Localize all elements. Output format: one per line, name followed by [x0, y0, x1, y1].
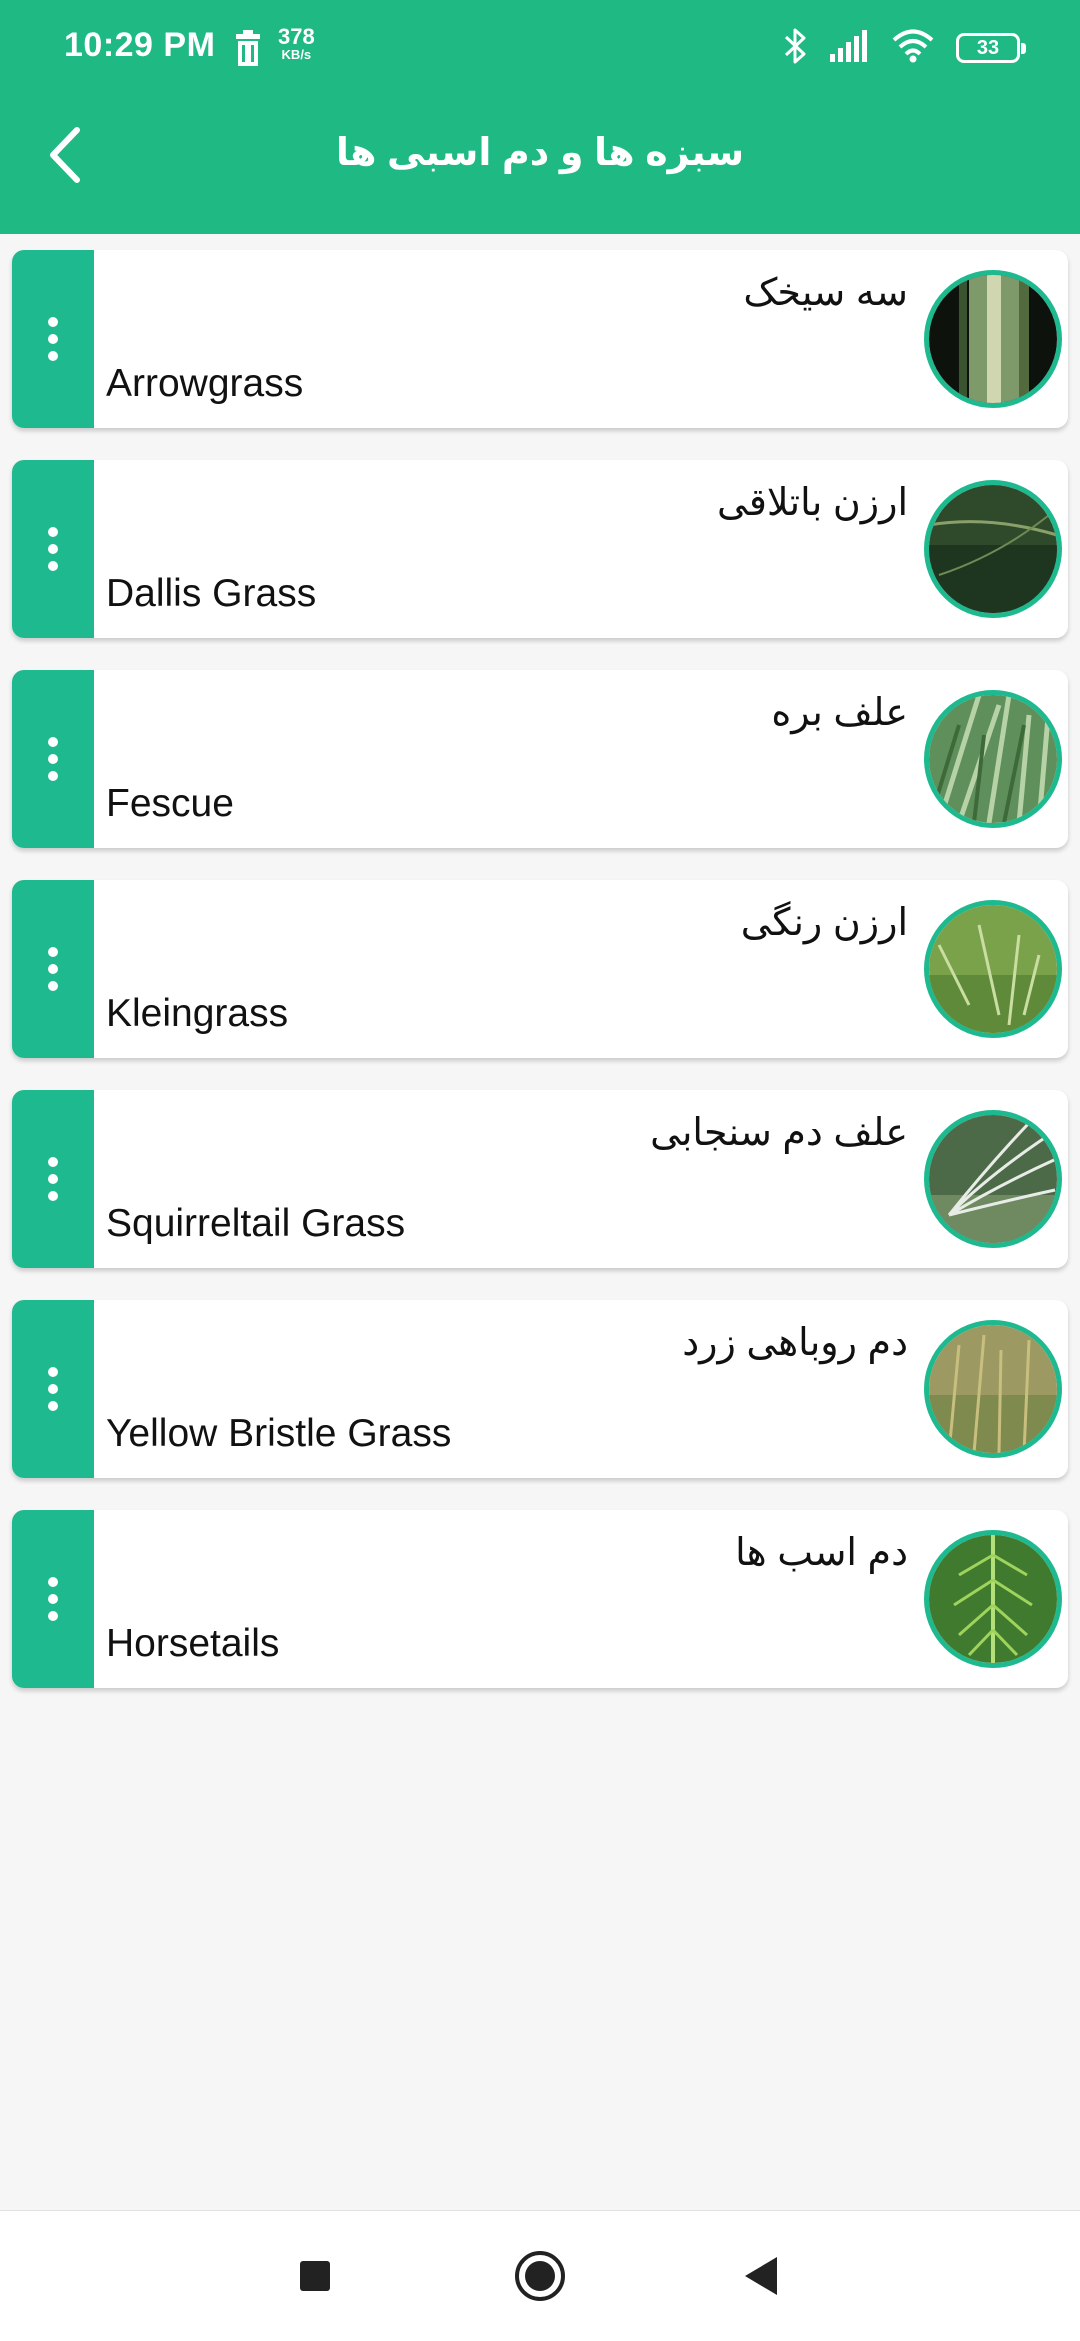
- item-menu-button[interactable]: [12, 670, 94, 848]
- more-vert-icon: [48, 1367, 58, 1411]
- list-item[interactable]: دم اسب ها Horsetails: [12, 1510, 1068, 1688]
- item-menu-button[interactable]: [12, 460, 94, 638]
- item-title-en: Dallis Grass: [106, 572, 317, 615]
- item-title-en: Squirreltail Grass: [106, 1202, 406, 1245]
- item-thumbnail: [924, 270, 1062, 408]
- item-title-fa: علف دم سنجابی: [650, 1112, 908, 1154]
- list-item[interactable]: علف دم سنجابی Squirreltail Grass: [12, 1090, 1068, 1268]
- list-item[interactable]: ارزن باتلاقی Dallis Grass: [12, 460, 1068, 638]
- battery-icon: 33: [956, 33, 1026, 63]
- more-vert-icon: [48, 527, 58, 571]
- nav-back-button[interactable]: [726, 2241, 796, 2311]
- list-item[interactable]: سه سیخک Arrowgrass: [12, 250, 1068, 428]
- item-title-en: Kleingrass: [106, 992, 289, 1035]
- more-vert-icon: [48, 1157, 58, 1201]
- signal-icon: [830, 29, 870, 67]
- system-nav-bar: [0, 2210, 1080, 2341]
- list-item[interactable]: علف بره Fescue: [12, 670, 1068, 848]
- item-thumbnail: [924, 690, 1062, 828]
- network-speed-value: 378: [278, 24, 315, 49]
- list-item[interactable]: ارزن رنگی Kleingrass: [12, 880, 1068, 1058]
- plant-list: سه سیخک Arrowgrass ارزن باتلاقی Dallis G…: [12, 250, 1068, 1720]
- item-menu-button[interactable]: [12, 1090, 94, 1268]
- item-thumbnail: [924, 1110, 1062, 1248]
- network-speed: 378 KB/s: [278, 24, 315, 64]
- app-header: 10:29 PM 378 KB/s 33 سبزه ها و دم اسبی ه…: [0, 0, 1080, 234]
- item-title-en: Horsetails: [106, 1622, 280, 1665]
- status-icons: 33: [784, 27, 1026, 70]
- item-title-en: Arrowgrass: [106, 362, 304, 405]
- more-vert-icon: [48, 317, 58, 361]
- status-time: 10:29 PM: [64, 26, 216, 64]
- item-title-fa: دم روباهی زرد: [682, 1322, 908, 1364]
- item-menu-button[interactable]: [12, 1300, 94, 1478]
- item-title-en: Fescue: [106, 782, 234, 825]
- home-button[interactable]: [505, 2241, 575, 2311]
- more-vert-icon: [48, 737, 58, 781]
- item-title-en: Yellow Bristle Grass: [106, 1412, 452, 1455]
- item-title-fa: دم اسب ها: [735, 1532, 908, 1574]
- page-title: سبزه ها و دم اسبی ها: [335, 132, 745, 174]
- item-menu-button[interactable]: [12, 1510, 94, 1688]
- circle-icon: [515, 2251, 565, 2301]
- bluetooth-icon: [784, 27, 808, 70]
- trash-icon: [232, 30, 264, 66]
- item-thumbnail: [924, 1530, 1062, 1668]
- item-title-fa: ارزن رنگی: [740, 902, 908, 944]
- item-thumbnail: [924, 900, 1062, 1038]
- item-title-fa: سه سیخک: [743, 272, 908, 314]
- more-vert-icon: [48, 947, 58, 991]
- network-speed-unit: KB/s: [281, 47, 312, 62]
- item-thumbnail: [924, 1320, 1062, 1458]
- square-icon: [300, 2261, 330, 2291]
- item-menu-button[interactable]: [12, 880, 94, 1058]
- list-item[interactable]: دم روباهی زرد Yellow Bristle Grass: [12, 1300, 1068, 1478]
- item-menu-button[interactable]: [12, 250, 94, 428]
- recents-button[interactable]: [280, 2241, 350, 2311]
- item-thumbnail: [924, 480, 1062, 618]
- wifi-icon: [892, 29, 934, 68]
- status-bar: 10:29 PM 378 KB/s 33: [0, 0, 1080, 100]
- item-title-fa: علف بره: [771, 692, 908, 734]
- item-title-fa: ارزن باتلاقی: [717, 482, 908, 524]
- triangle-back-icon: [745, 2257, 777, 2295]
- more-vert-icon: [48, 1577, 58, 1621]
